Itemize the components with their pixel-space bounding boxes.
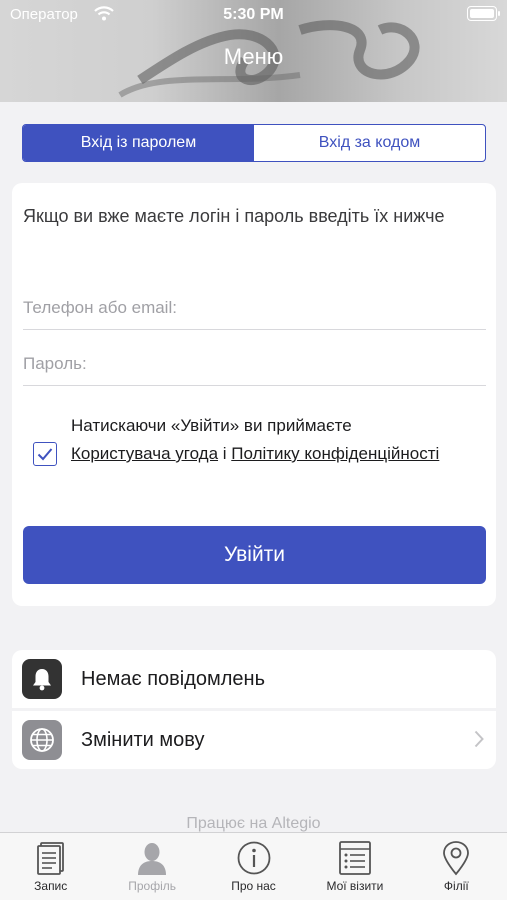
login-intro-text: Якщо ви вже маєте логін і пароль введіть… bbox=[23, 206, 445, 226]
login-card: Якщо ви вже маєте логін і пароль введіть… bbox=[12, 183, 496, 606]
login-button[interactable]: Увійти bbox=[23, 526, 486, 584]
powered-by-text: Працює на Altegio bbox=[186, 815, 321, 832]
agreement-checkbox[interactable] bbox=[33, 442, 57, 466]
tab-my-visits-label: Мої візити bbox=[326, 879, 384, 893]
bell-icon bbox=[22, 659, 62, 699]
agreement-and: і bbox=[218, 444, 232, 463]
tab-branches[interactable]: Філії bbox=[406, 833, 507, 900]
notifications-label: Немає повідомлень bbox=[81, 667, 266, 690]
tab-bar: Запис Профіль Про нас Мої візити Філії bbox=[0, 832, 507, 900]
tab-about-label: Про нас bbox=[231, 879, 276, 893]
change-language-row[interactable]: Змінити мову bbox=[12, 711, 496, 769]
agreement-text: Натискаючи «Увійти» ви приймаєте Користу… bbox=[71, 412, 471, 468]
globe-icon bbox=[22, 720, 62, 760]
segment-password-login[interactable]: Вхід із паролем bbox=[23, 125, 254, 161]
status-bar: Оператор 5:30 PM bbox=[0, 0, 507, 30]
info-icon bbox=[237, 841, 270, 875]
header: Оператор 5:30 PM Меню bbox=[0, 0, 507, 102]
phone-email-input[interactable] bbox=[23, 286, 486, 318]
tab-profile-label: Профіль bbox=[128, 879, 176, 893]
tab-branches-label: Філії bbox=[443, 879, 469, 893]
list-icon bbox=[339, 841, 371, 875]
password-field bbox=[23, 342, 486, 386]
notifications-row[interactable]: Немає повідомлень bbox=[12, 650, 496, 708]
location-pin-icon bbox=[443, 841, 470, 876]
battery-icon bbox=[467, 6, 500, 21]
tab-booking[interactable]: Запис bbox=[0, 833, 101, 900]
password-input[interactable] bbox=[23, 342, 486, 374]
chevron-right-icon bbox=[474, 730, 484, 748]
tab-profile[interactable]: Профіль bbox=[101, 833, 202, 900]
document-icon bbox=[36, 842, 64, 875]
checkmark-icon bbox=[37, 448, 53, 461]
login-mode-segmented-control: Вхід із паролем Вхід за кодом bbox=[22, 124, 486, 162]
privacy-policy-link[interactable]: Політику конфіденційності bbox=[231, 444, 439, 463]
tab-booking-label: Запис bbox=[34, 879, 68, 893]
user-agreement-link[interactable]: Користувача угода bbox=[71, 444, 218, 463]
agreement-prefix: Натискаючи «Увійти» ви приймаєте bbox=[71, 416, 352, 435]
change-language-label: Змінити мову bbox=[81, 728, 205, 751]
page-title: Меню bbox=[223, 44, 284, 69]
person-icon bbox=[138, 843, 167, 875]
segment-code-login[interactable]: Вхід за кодом bbox=[254, 125, 485, 161]
tab-about[interactable]: Про нас bbox=[203, 833, 304, 900]
tab-my-visits[interactable]: Мої візити bbox=[304, 833, 405, 900]
status-time: 5:30 PM bbox=[223, 6, 284, 23]
phone-email-field bbox=[23, 286, 486, 330]
